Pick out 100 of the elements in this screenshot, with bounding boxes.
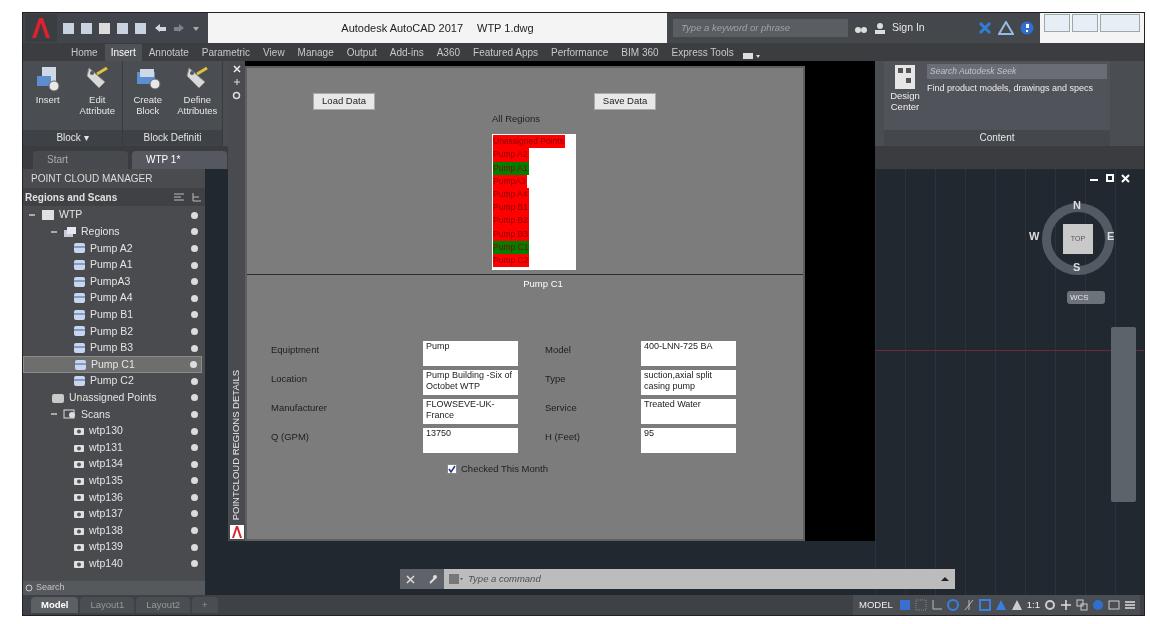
collapse-icon[interactable] <box>29 214 35 217</box>
collapse-icon[interactable] <box>51 413 57 416</box>
text-field[interactable]: Pump Building -Six of Octobet WTP <box>423 370 518 396</box>
camera-icon[interactable] <box>73 426 85 436</box>
camera-icon[interactable] <box>73 492 85 503</box>
region-icon[interactable] <box>73 342 86 355</box>
tree-item[interactable]: Pump A4 <box>23 289 202 307</box>
restore-button[interactable] <box>1106 174 1114 182</box>
document-icon[interactable] <box>41 209 55 222</box>
tree-item[interactable]: wtp135 <box>23 472 202 490</box>
wrench-icon[interactable] <box>427 574 438 584</box>
text-field[interactable]: 95 <box>641 428 736 454</box>
scan-icon[interactable] <box>63 408 77 421</box>
search-field[interactable]: Search <box>23 581 205 595</box>
camera-icon[interactable] <box>73 442 85 453</box>
tree-item[interactable]: Pump C1 <box>23 356 202 373</box>
ribbon-tool-button[interactable]: Insert <box>25 64 71 130</box>
collapse-icon[interactable] <box>51 230 57 233</box>
text-field[interactable]: FLOWSEVE-UK-France <box>423 399 518 425</box>
ucs-menu[interactable]: WCS <box>1067 291 1105 304</box>
tree-item[interactable]: wtp139 <box>23 538 202 556</box>
text-field[interactable]: 13750 <box>423 428 518 454</box>
ribbon-tool-button[interactable]: Create Block <box>125 64 171 130</box>
text-field[interactable]: Treated Water <box>641 399 736 425</box>
triangle-icon[interactable] <box>998 21 1014 35</box>
panel-toggle-icon[interactable] <box>740 51 761 61</box>
ribbon-tab[interactable]: View <box>257 44 291 61</box>
text-field[interactable]: 400-LNN-725 BA <box>641 341 736 367</box>
camera-icon[interactable] <box>73 525 85 536</box>
save-data-button[interactable]: Save Data <box>594 93 656 110</box>
scale-dropdown[interactable]: 1:1 <box>1026 597 1040 613</box>
region-icon[interactable] <box>73 259 86 272</box>
tree-item[interactable]: WTP <box>23 207 202 224</box>
model-space-button[interactable]: MODEL <box>857 597 895 613</box>
ribbon-tab[interactable]: Home <box>65 44 104 61</box>
tree-item[interactable]: PumpA3 <box>23 273 202 290</box>
tree-item[interactable]: wtp136 <box>23 489 202 506</box>
region-icon[interactable] <box>74 358 87 371</box>
camera-icon[interactable] <box>73 542 85 553</box>
checkbox[interactable] <box>447 464 457 475</box>
region-icon[interactable] <box>73 242 86 255</box>
camera-icon[interactable] <box>73 509 85 519</box>
ribbon-tab[interactable]: Manage <box>291 44 340 61</box>
tree-item[interactable]: Pump B3 <box>23 339 202 357</box>
ribbon-tab[interactable]: Output <box>340 44 383 61</box>
ribbon-tool-button[interactable]: Define Attributes <box>174 64 220 130</box>
caret-icon[interactable] <box>941 576 949 582</box>
sign-in-link[interactable]: Sign In <box>892 20 972 36</box>
tree-item[interactable]: wtp131 <box>23 439 202 456</box>
ribbon-tab[interactable]: Insert <box>104 44 142 61</box>
region-icon[interactable] <box>73 275 86 288</box>
tree-item[interactable]: wtp137 <box>23 505 202 523</box>
tree-item[interactable]: wtp134 <box>23 455 202 473</box>
ribbon-tab[interactable]: Featured Apps <box>467 44 545 61</box>
file-tab[interactable]: Start <box>33 151 128 169</box>
file-tab[interactable]: WTP 1* <box>132 151 227 169</box>
tree-item[interactable]: Pump B1 <box>23 306 202 324</box>
tree-item[interactable]: Unassigned Points <box>23 389 202 407</box>
tree-item[interactable]: Pump A2 <box>23 240 202 257</box>
text-field[interactable]: Pump <box>423 341 518 367</box>
ribbon-tab[interactable]: BIM 360 <box>615 44 665 61</box>
panel-title[interactable]: Block ▾ <box>23 130 122 146</box>
design-center-button[interactable]: Design Center <box>887 64 923 127</box>
list-icon[interactable] <box>173 192 185 202</box>
menu-icon[interactable] <box>1124 599 1136 611</box>
ribbon-tab[interactable]: Parametric <box>195 44 257 61</box>
ribbon-tab[interactable]: A360 <box>430 44 467 61</box>
tree-item[interactable]: Regions <box>23 223 202 241</box>
region-icon[interactable] <box>73 308 86 321</box>
tree-item[interactable]: wtp140 <box>23 555 202 573</box>
load-data-button[interactable]: Load Data <box>313 93 375 110</box>
region-icon[interactable] <box>73 375 86 388</box>
tree-item[interactable]: Scans <box>23 406 202 423</box>
clean-screen-icon[interactable] <box>1108 599 1120 611</box>
region-icon[interactable] <box>73 292 86 305</box>
plus-icon[interactable] <box>1060 599 1072 611</box>
tree-item[interactable]: wtp138 <box>23 522 202 539</box>
region-icon[interactable] <box>73 325 86 338</box>
hierarchy-icon[interactable] <box>191 192 203 202</box>
ribbon-tab[interactable]: Performance <box>545 44 615 61</box>
ribbon-tab[interactable]: Express Tools <box>665 44 740 61</box>
isolate-icon[interactable] <box>1076 599 1088 611</box>
close-icon[interactable] <box>232 65 241 73</box>
user-icon[interactable] <box>874 22 886 34</box>
tree-label: wtp139 <box>89 539 123 555</box>
tree-item[interactable]: Pump B2 <box>23 323 202 340</box>
text-field[interactable]: suction,axial split casing pump <box>641 370 736 396</box>
design-center-icon[interactable] <box>894 64 916 90</box>
tree-item[interactable]: Pump A1 <box>23 256 202 274</box>
tree-item[interactable]: Pump C2 <box>23 372 202 390</box>
search-icon[interactable] <box>25 583 34 593</box>
camera-icon[interactable] <box>73 459 85 470</box>
ribbon-tab[interactable]: Add-ins <box>383 44 430 61</box>
layout-tab[interactable]: Model <box>31 597 79 613</box>
tree-item[interactable]: wtp130 <box>23 422 202 440</box>
ribbon-tab[interactable]: Annotate <box>142 44 195 61</box>
camera-icon[interactable] <box>73 475 85 486</box>
ribbon-tool-button[interactable]: Edit Attribute <box>74 64 120 130</box>
camera-icon[interactable] <box>73 558 85 569</box>
panel-title[interactable]: Block Definiti <box>123 130 222 146</box>
